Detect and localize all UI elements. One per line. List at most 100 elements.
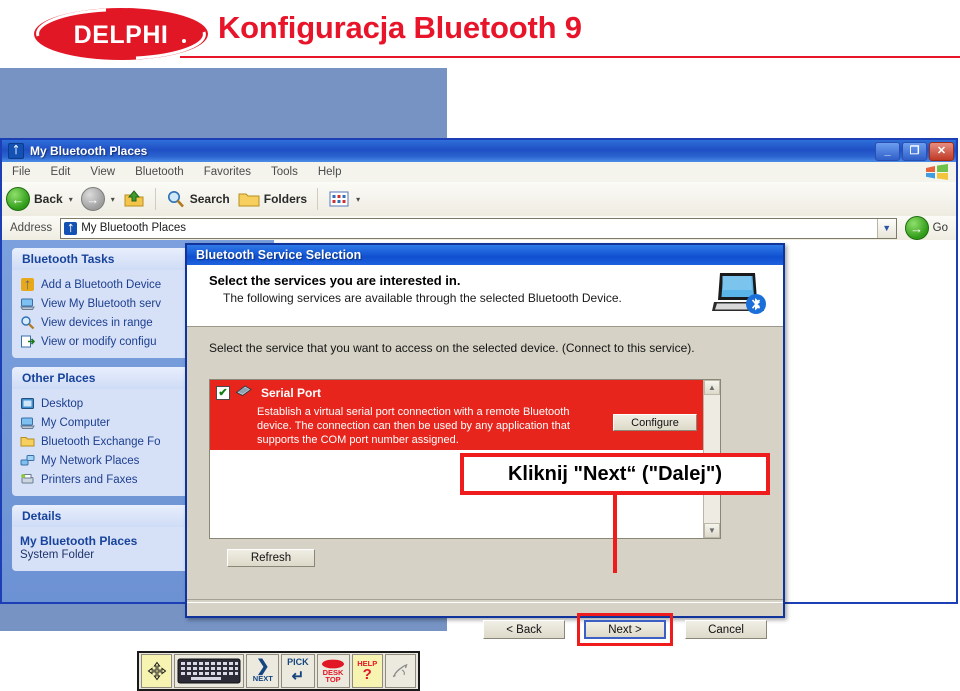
bluetooth-icon: ᛏ [64, 221, 78, 235]
desktop-button-label-top: DESK [322, 667, 344, 677]
next-button-highlight: Next > [577, 613, 673, 646]
sidebar-item-label: View devices in range [41, 316, 153, 329]
search-button-label: Search [189, 192, 230, 206]
forward-button[interactable]: → ▾ [77, 184, 119, 214]
folders-button-label: Folders [263, 192, 308, 206]
next-button-label: NEXT [252, 674, 273, 684]
sidebar-item-label: View or modify configu [41, 335, 157, 348]
menu-item-file[interactable]: File [2, 165, 41, 179]
window-title: My Bluetooth Places [30, 144, 148, 158]
dialog-titlebar[interactable]: Bluetooth Service Selection [187, 245, 783, 265]
menu-item-view[interactable]: View [80, 165, 125, 179]
service-description: Establish a virtual serial port connecti… [257, 406, 570, 447]
back-arrow-icon: ← [6, 187, 30, 211]
explorer-toolbar: ← Back ▾ → ▾ Search Folders ▾ [2, 182, 956, 217]
back-button[interactable]: ← Back ▾ [2, 184, 77, 214]
explorer-window: ᛏ My Bluetooth Places _ ❐ ✕ File Edit Vi… [0, 138, 958, 646]
menu-item-help[interactable]: Help [308, 165, 352, 179]
service-checkbox[interactable]: ✔ [216, 386, 230, 400]
callout-box: Kliknij "Next“ ("Dalej") [460, 453, 770, 495]
keyboard-icon [177, 658, 241, 684]
desktop-backdrop: ᛏ My Bluetooth Places _ ❐ ✕ File Edit Vi… [0, 68, 960, 691]
printer-icon [20, 472, 35, 487]
search-button[interactable]: Search [162, 184, 234, 214]
dialog-subheading: The following services are available thr… [223, 291, 622, 305]
sidebar-item-label: My Network Places [41, 454, 140, 467]
list-item-serial-port[interactable]: ✔ Serial Port Establish a virtual serial… [210, 380, 705, 450]
go-button[interactable]: → Go [897, 216, 956, 240]
keyboard-button[interactable] [174, 654, 245, 688]
bluetooth-icon: ᛏ [8, 143, 24, 159]
scroll-up-icon[interactable]: ▲ [704, 380, 720, 395]
delphi-logo-text: DELPHI [74, 21, 169, 49]
bluetooth-device-icon: ᛏ [20, 277, 35, 292]
minimize-button[interactable]: _ [875, 142, 900, 161]
address-value: My Bluetooth Places [81, 222, 187, 234]
back-button[interactable]: < Back [483, 620, 565, 639]
dialog-heading: Select the services you are interested i… [209, 273, 461, 288]
next-button[interactable]: ❯ NEXT [246, 654, 280, 688]
laptop-bluetooth-icon [711, 270, 767, 320]
help-button[interactable]: HELP ? [351, 654, 383, 688]
folder-icon [238, 193, 260, 207]
computer-icon [20, 415, 35, 430]
serial-port-icon [235, 384, 252, 402]
up-folder-icon [124, 190, 144, 207]
dialog-title: Bluetooth Service Selection [196, 248, 362, 262]
service-name: Serial Port [261, 386, 322, 400]
next-button[interactable]: Next > [584, 620, 666, 639]
maximize-button[interactable]: ❐ [902, 142, 927, 161]
menu-item-favorites[interactable]: Favorites [194, 165, 261, 179]
callout-stem [613, 495, 617, 573]
cancel-button[interactable]: Cancel [685, 620, 767, 639]
configure-icon [20, 334, 35, 349]
magnifier-icon [20, 315, 35, 330]
menu-bar: File Edit View Bluetooth Favorites Tools… [2, 162, 956, 183]
desktop-button[interactable]: DESK TOP [316, 654, 350, 688]
sidebar-item-label: View My Bluetooth serv [41, 297, 161, 310]
windows-flag-icon [924, 164, 950, 180]
toolbar-separator-2 [317, 188, 319, 210]
window-titlebar[interactable]: ᛏ My Bluetooth Places _ ❐ ✕ [2, 140, 956, 162]
go-arrow-icon: → [904, 216, 929, 240]
page-title: Konfiguracja Bluetooth 9 [218, 10, 582, 45]
help-button-label: HELP [357, 658, 378, 668]
menu-item-bluetooth[interactable]: Bluetooth [125, 165, 194, 179]
up-button[interactable] [119, 184, 149, 214]
pan-button[interactable] [141, 654, 173, 688]
magnifier-icon [167, 191, 184, 208]
back-button-label: Back [34, 192, 63, 206]
views-dropdown-icon[interactable]: ▾ [356, 195, 360, 204]
views-icon [329, 191, 349, 207]
configure-button[interactable]: Configure [613, 414, 697, 431]
question-mark-icon: ? [362, 666, 372, 684]
dialog-divider [187, 599, 783, 603]
scroll-down-icon[interactable]: ▼ [704, 523, 720, 538]
menu-item-tools[interactable]: Tools [261, 165, 308, 179]
dialog-button-row: < Back Next > Cancel [483, 613, 767, 646]
folder-icon [20, 434, 35, 449]
network-icon [20, 453, 35, 468]
forward-dropdown-icon[interactable]: ▾ [111, 195, 115, 204]
toolbar-separator [154, 188, 156, 210]
sidebar-item-label: Bluetooth Exchange Fo [41, 435, 161, 448]
pick-button[interactable]: PICK ↵ [281, 654, 315, 688]
back-dropdown-icon[interactable]: ▾ [69, 195, 73, 204]
close-button[interactable]: ✕ [929, 142, 954, 161]
pointer-button[interactable] [384, 654, 416, 688]
folders-button[interactable]: Folders [234, 184, 311, 214]
svg-text:ᛏ: ᛏ [25, 281, 31, 292]
callout-text: Kliknij "Next“ ("Dalej") [507, 462, 723, 485]
refresh-button[interactable]: Refresh [227, 549, 315, 567]
address-input[interactable]: ᛏ My Bluetooth Places ▼ [60, 217, 897, 239]
window-controls: _ ❐ ✕ [875, 142, 954, 161]
address-label: Address [10, 222, 53, 234]
menu-item-edit[interactable]: Edit [41, 165, 81, 179]
chevron-right-icon: ❯ [256, 658, 270, 676]
pick-button-label: PICK [287, 657, 309, 667]
computer-icon [20, 296, 35, 311]
views-button[interactable]: ▾ [324, 184, 364, 214]
pointer-icon [393, 663, 408, 678]
sidebar-item-label: Printers and Faxes [41, 473, 138, 486]
chevron-down-icon[interactable]: ▼ [876, 218, 896, 238]
